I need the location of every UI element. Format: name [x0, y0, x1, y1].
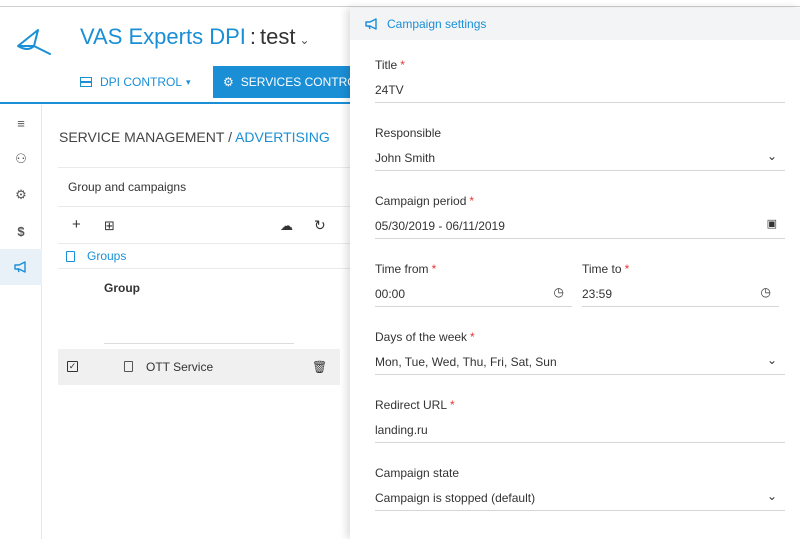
required-marker: *: [469, 194, 475, 208]
chevron-down-icon: ⌄: [299, 33, 310, 47]
nav-services-control-label: SERVICES CONTROL: [240, 75, 350, 89]
tree-item-group[interactable]: Group: [58, 269, 350, 305]
top-divider: [0, 6, 800, 7]
time-from-underline: [375, 306, 572, 307]
days-of-week-field[interactable]: Days of the week * Mon, Tue, Wed, Thu, Fr…: [375, 330, 785, 375]
campaign-period-input[interactable]: 05/30/2019 - 06/11/2019: [375, 219, 505, 233]
panel-title: Group and campaigns: [58, 167, 350, 207]
users-icon[interactable]: ⚇: [0, 141, 42, 177]
breadcrumb-parent[interactable]: SERVICE MANAGEMENT: [59, 129, 224, 145]
responsible-field[interactable]: Responsible John Smith ⌄: [375, 126, 785, 171]
cloud-upload-icon[interactable]: ☁: [280, 218, 293, 234]
required-marker: *: [400, 58, 405, 72]
chevron-down-icon[interactable]: ⌄: [767, 149, 777, 163]
campaign-state-select[interactable]: Campaign is stopped (default): [375, 491, 535, 505]
services-icon: ⚙: [223, 75, 234, 89]
redirect-url-underline: [375, 442, 785, 443]
days-of-week-underline: [375, 374, 785, 375]
time-from-field[interactable]: Time from * 00:00 ◷: [375, 262, 572, 307]
add-group-icon[interactable]: ⊞: [104, 218, 115, 234]
required-marker: *: [431, 262, 437, 276]
time-from-input[interactable]: 00:00: [375, 287, 405, 301]
clock-icon[interactable]: ◷: [761, 285, 771, 299]
vas-experts-logo-icon[interactable]: [14, 24, 54, 58]
responsible-underline: [375, 170, 785, 171]
breadcrumb: SERVICE MANAGEMENT / ADVERTISING: [59, 129, 330, 145]
campaign-state-field[interactable]: Campaign state Campaign is stopped (defa…: [375, 466, 785, 511]
table-icon: [80, 77, 92, 87]
calendar-icon[interactable]: ▣: [767, 217, 777, 230]
megaphone-icon: [365, 18, 377, 30]
app-title[interactable]: VAS Experts DPI: test ⌄: [80, 24, 310, 50]
megaphone-glyph: [14, 261, 26, 273]
megaphone-icon[interactable]: [0, 249, 42, 285]
breadcrumb-separator: /: [228, 129, 232, 145]
nav-dpi-control-label: DPI CONTROL: [100, 75, 183, 89]
checkbox-checked-icon[interactable]: ✓: [67, 361, 78, 372]
campaign-state-label: Campaign state: [375, 466, 460, 480]
instance-selector[interactable]: test: [260, 24, 295, 49]
tree-item-groups[interactable]: Groups: [58, 243, 350, 269]
tree-divider: [104, 343, 294, 344]
title-field[interactable]: Title * 24TV: [375, 58, 785, 103]
responsible-select[interactable]: John Smith: [375, 151, 435, 165]
campaign-period-underline: [375, 238, 785, 239]
title-separator: :: [249, 24, 256, 49]
nav-dpi-control[interactable]: DPI CONTROL ▾: [80, 66, 191, 98]
trash-icon[interactable]: 🗑: [312, 360, 327, 374]
campaign-period-label: Campaign period *: [375, 194, 475, 208]
redirect-url-field[interactable]: Redirect URL * landing.ru: [375, 398, 785, 443]
required-marker: *: [624, 262, 630, 276]
chevron-down-icon[interactable]: ⌄: [767, 353, 777, 367]
campaign-period-field[interactable]: Campaign period * 05/30/2019 - 06/11/2019…: [375, 194, 785, 239]
drawer-title: Campaign settings: [387, 17, 487, 31]
refresh-icon[interactable]: ↻: [314, 217, 326, 234]
days-of-week-label: Days of the week *: [375, 330, 475, 344]
service-label: OTT Service: [146, 360, 214, 374]
services-icon[interactable]: ⚙: [0, 177, 42, 213]
dollar-icon[interactable]: $: [0, 213, 42, 249]
time-to-input[interactable]: 23:59: [582, 287, 612, 301]
file-icon: [124, 361, 133, 372]
header-underline: [0, 102, 350, 104]
file-icon: [66, 250, 75, 262]
title-underline: [375, 102, 785, 103]
title-label: Title *: [375, 58, 405, 72]
tree-item-groups-label: Groups: [87, 249, 127, 263]
add-button[interactable]: +: [72, 216, 81, 233]
campaign-settings-drawer: Campaign settings Title * 24TV Responsibl…: [350, 8, 800, 539]
time-from-label: Time from *: [375, 262, 437, 276]
required-marker: *: [450, 398, 455, 412]
drawer-header: Campaign settings: [350, 8, 800, 40]
redirect-url-input[interactable]: landing.ru: [375, 423, 428, 437]
campaign-state-underline: [375, 510, 785, 511]
days-of-week-select[interactable]: Mon, Tue, Wed, Thu, Fri, Sat, Sun: [375, 355, 557, 369]
chevron-down-icon[interactable]: ⌄: [767, 489, 777, 503]
nav-services-control[interactable]: ⚙ SERVICES CONTROL: [213, 66, 350, 98]
title-input[interactable]: 24TV: [375, 83, 404, 97]
time-to-label: Time to *: [582, 262, 630, 276]
main-content: SERVICE MANAGEMENT / ADVERTISING Group a…: [42, 105, 350, 539]
caret-down-icon: ▾: [186, 76, 191, 87]
campaign-tree: Groups Group: [58, 243, 350, 305]
redirect-url-label: Redirect URL *: [375, 398, 455, 412]
tree-item-ott-service[interactable]: ✓ OTT Service 🗑: [58, 349, 340, 385]
menu-icon[interactable]: ≡: [0, 105, 42, 141]
app-name: VAS Experts DPI: [80, 24, 246, 49]
responsible-label: Responsible: [375, 126, 442, 140]
left-rail: ≡ ⚇ ⚙ $: [0, 105, 42, 539]
time-to-field[interactable]: Time to * 23:59 ◷: [582, 262, 779, 307]
clock-icon[interactable]: ◷: [554, 285, 564, 299]
time-to-underline: [582, 306, 779, 307]
tree-toolbar: + ⊞ ☁ ↻: [58, 213, 350, 239]
top-nav: DPI CONTROL ▾ ⚙ SERVICES CONTROL: [0, 66, 350, 98]
required-marker: *: [470, 330, 475, 344]
breadcrumb-current[interactable]: ADVERTISING: [235, 129, 330, 145]
